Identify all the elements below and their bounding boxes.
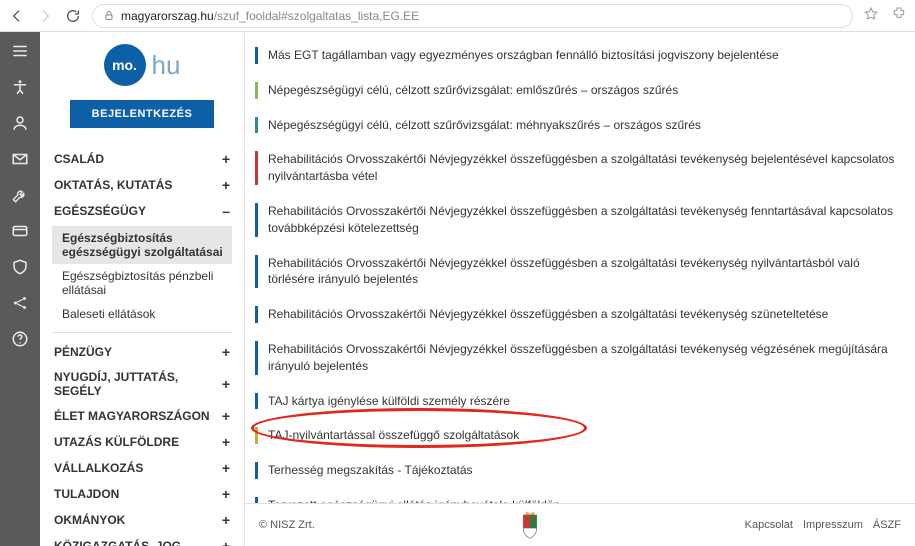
nav-list: CSALÁD+ OKTATÁS, KUTATÁS+ EGÉSZSÉGÜGY– E… — [52, 146, 232, 546]
footer-copyright: © NISZ Zrt. — [259, 519, 315, 531]
expand-icon: + — [216, 434, 230, 450]
logo-circle: mo. — [104, 44, 146, 86]
shield-icon[interactable] — [9, 256, 31, 278]
nav-item-utazas[interactable]: UTAZÁS KÜLFÖLDRE+ — [52, 429, 232, 455]
accent-bar — [255, 47, 258, 64]
results-list: Más EGT tagállamban vagy egyezményes ors… — [245, 32, 915, 503]
url-path: /szuf_fooldal#szolgaltatas_lista,EG.EE — [214, 9, 419, 23]
accent-bar — [255, 427, 258, 444]
footer: © NISZ Zrt. Kapcsolat Impresszum ÁSZF — [245, 503, 915, 546]
result-item[interactable]: Rehabilitációs Orvosszakértői Névjegyzék… — [255, 194, 901, 246]
result-item[interactable]: Rehabilitációs Orvosszakértői Névjegyzék… — [255, 332, 901, 384]
menu-icon[interactable] — [9, 40, 31, 62]
result-item[interactable]: Rehabilitációs Orvosszakértői Névjegyzék… — [255, 297, 901, 332]
footer-links: Kapcsolat Impresszum ÁSZF — [745, 519, 901, 531]
nav-item-csalad[interactable]: CSALÁD+ — [52, 146, 232, 172]
nav-separator — [52, 332, 232, 333]
lock-icon — [103, 10, 115, 22]
share-icon[interactable] — [9, 292, 31, 314]
accessibility-icon[interactable] — [9, 76, 31, 98]
help-icon[interactable] — [9, 328, 31, 350]
left-column: mo. hu BEJELENTKEZÉS CSALÁD+ OKTATÁS, KU… — [40, 32, 245, 546]
result-item[interactable]: Tervezett egészségügyi ellátás igénybevé… — [255, 488, 901, 503]
footer-link-kapcsolat[interactable]: Kapcsolat — [745, 519, 793, 531]
site-logo[interactable]: mo. hu — [52, 44, 232, 86]
nav-item-nyugdij[interactable]: NYUGDÍJ, JUTTATÁS, SEGÉLY+ — [52, 365, 232, 403]
expand-icon: + — [216, 460, 230, 476]
expand-icon: + — [216, 512, 230, 528]
forward-button — [36, 7, 54, 25]
nav-item-tulajdon[interactable]: TULAJDON+ — [52, 481, 232, 507]
result-item[interactable]: Más EGT tagállamban vagy egyezményes ors… — [255, 38, 901, 73]
hungarian-crest-icon — [315, 510, 745, 540]
collapse-icon: – — [216, 203, 230, 219]
nav-sub-egeszsegbizt-penz[interactable]: Egészségbiztosítás pénzbeli ellátásai — [52, 264, 232, 302]
main-column: Más EGT tagállamban vagy egyezményes ors… — [245, 32, 915, 546]
nav-item-okmanyok[interactable]: OKMÁNYOK+ — [52, 507, 232, 533]
card-icon[interactable] — [9, 220, 31, 242]
nav-sub-egeszsegbizt-szolg[interactable]: Egészségbiztosítás egészségügyi szolgált… — [52, 226, 232, 264]
result-item-highlighted[interactable]: TAJ-nyilvántartással összefüggő szolgált… — [255, 418, 901, 453]
accent-bar — [255, 82, 258, 99]
nav-item-kozigazgatas[interactable]: KÖZIGAZGATÁS, JOG+ — [52, 533, 232, 546]
back-button[interactable] — [8, 7, 26, 25]
accent-bar — [255, 203, 258, 237]
expand-icon: + — [216, 177, 230, 193]
expand-icon: + — [216, 151, 230, 167]
url-host: magyarorszag.hu — [121, 9, 214, 23]
logo-suffix: hu — [152, 50, 181, 81]
result-item[interactable]: Népegészségügyi célú, célzott szűrővizsg… — [255, 108, 901, 143]
icon-rail — [0, 32, 40, 546]
accent-bar — [255, 462, 258, 479]
nav-item-penzugy[interactable]: PÉNZÜGY+ — [52, 339, 232, 365]
user-icon[interactable] — [9, 112, 31, 134]
expand-icon: + — [216, 344, 230, 360]
nav-item-oktatas[interactable]: OKTATÁS, KUTATÁS+ — [52, 172, 232, 198]
result-item[interactable]: TAJ kártya igénylése külföldi személy ré… — [255, 384, 901, 419]
mail-icon[interactable] — [9, 148, 31, 170]
result-item[interactable]: Rehabilitációs Orvosszakértői Névjegyzék… — [255, 246, 901, 298]
address-bar[interactable]: magyarorszag.hu/szuf_fooldal#szolgaltata… — [92, 4, 853, 28]
result-item[interactable]: Rehabilitációs Orvosszakértői Névjegyzék… — [255, 142, 901, 194]
browser-chrome: magyarorszag.hu/szuf_fooldal#szolgaltata… — [0, 0, 915, 32]
extension-icon[interactable] — [891, 6, 907, 25]
nav-item-vallalkozas[interactable]: VÁLLALKOZÁS+ — [52, 455, 232, 481]
nav-item-egeszsegugy[interactable]: EGÉSZSÉGÜGY– — [52, 198, 232, 224]
accent-bar — [255, 393, 258, 410]
accent-bar — [255, 306, 258, 323]
accent-bar — [255, 341, 258, 375]
accent-bar — [255, 255, 258, 289]
login-button[interactable]: BEJELENTKEZÉS — [70, 100, 215, 128]
accent-bar — [255, 151, 258, 185]
expand-icon: + — [216, 538, 230, 546]
reload-button[interactable] — [64, 7, 82, 25]
app-root: mo. hu BEJELENTKEZÉS CSALÁD+ OKTATÁS, KU… — [0, 32, 915, 546]
result-item[interactable]: Terhesség megszakítás - Tájékoztatás — [255, 453, 901, 488]
expand-icon: + — [216, 408, 230, 424]
result-item[interactable]: Népegészségügyi célú, célzott szűrővizsg… — [255, 73, 901, 108]
footer-link-aszf[interactable]: ÁSZF — [873, 519, 901, 531]
expand-icon: + — [216, 486, 230, 502]
nav-item-elet[interactable]: ÉLET MAGYARORSZÁGON+ — [52, 403, 232, 429]
accent-bar — [255, 117, 258, 134]
wrench-icon[interactable] — [9, 184, 31, 206]
expand-icon: + — [216, 376, 230, 392]
footer-link-impresszum[interactable]: Impresszum — [803, 519, 863, 531]
nav-sub-baleseti[interactable]: Baleseti ellátások — [52, 302, 232, 326]
star-icon[interactable] — [863, 6, 879, 25]
